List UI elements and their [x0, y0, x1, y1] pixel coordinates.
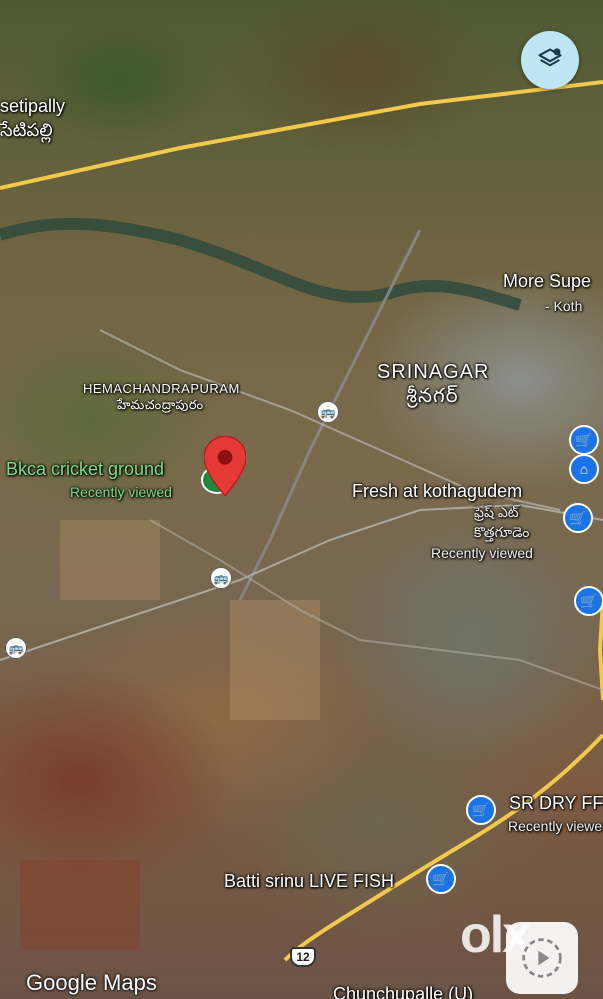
- play-button[interactable]: [506, 922, 578, 994]
- layers-button[interactable]: [521, 31, 579, 89]
- area-label-hemachandrapuram-telugu: హేమచంద్రాపురం: [117, 397, 204, 412]
- shopping-bag-icon[interactable]: 🛒: [426, 864, 456, 894]
- river: [0, 217, 522, 311]
- place-label-fresh-at-kothagudem[interactable]: Fresh at kothagudem: [352, 481, 522, 502]
- area-label-srinagar-telugu: శ్రీనగర్: [406, 385, 459, 407]
- shopping-cart-icon[interactable]: 🛒: [574, 586, 603, 616]
- place-label-setipally-telugu: సేటిపల్లి: [0, 120, 53, 140]
- place-label-bkca-cricket-ground[interactable]: Bkca cricket ground: [6, 459, 164, 480]
- shopping-cart-icon[interactable]: 🛒: [563, 503, 593, 533]
- place-label-fresh-recently-viewed: Recently viewed: [431, 545, 533, 561]
- bus-stop-icon[interactable]: 🚌: [317, 401, 339, 423]
- map-canvas[interactable]: setipally సేటిపల్లి More Supe - Koth SRI…: [0, 0, 603, 999]
- area-label-hemachandrapuram: HEMACHANDRAPURAM: [83, 381, 240, 396]
- place-label-bkca-recently-viewed: Recently viewed: [70, 484, 172, 500]
- google-maps-logo: Google Maps: [26, 970, 157, 995]
- place-label-more-super[interactable]: More Supe: [503, 271, 591, 292]
- layers-icon: [538, 48, 562, 67]
- red-location-pin-icon[interactable]: [204, 436, 246, 496]
- place-label-chunchupalle[interactable]: Chunchupalle (U): [333, 984, 473, 999]
- place-label-fresh-telugu-2: కొత్తగూడెం: [474, 524, 530, 540]
- area-label-srinagar: SRINAGAR: [377, 361, 490, 383]
- place-label-sr-dry-ff[interactable]: SR DRY FF: [509, 793, 603, 814]
- home-icon[interactable]: ⌂: [569, 454, 599, 484]
- place-label-batti-srinu-live-fish[interactable]: Batti srinu LIVE FISH: [224, 871, 394, 892]
- highway-road: [0, 80, 603, 190]
- play-icon: [522, 938, 562, 978]
- place-label-sr-dry-recently-viewed: Recently viewed: [508, 818, 603, 834]
- bus-stop-icon[interactable]: 🚌: [5, 637, 27, 659]
- highway-shield: 12: [290, 947, 316, 967]
- shopping-bag-icon[interactable]: 🛒: [569, 425, 599, 455]
- shopping-bag-icon[interactable]: 🛒: [466, 795, 496, 825]
- bus-stop-icon[interactable]: 🚌: [210, 567, 232, 589]
- place-label-more-super-sub: - Koth: [545, 298, 583, 314]
- place-label-setipally[interactable]: setipally: [0, 96, 65, 117]
- place-label-fresh-telugu-1: ఫ్రెష్ ఎట్: [474, 504, 519, 520]
